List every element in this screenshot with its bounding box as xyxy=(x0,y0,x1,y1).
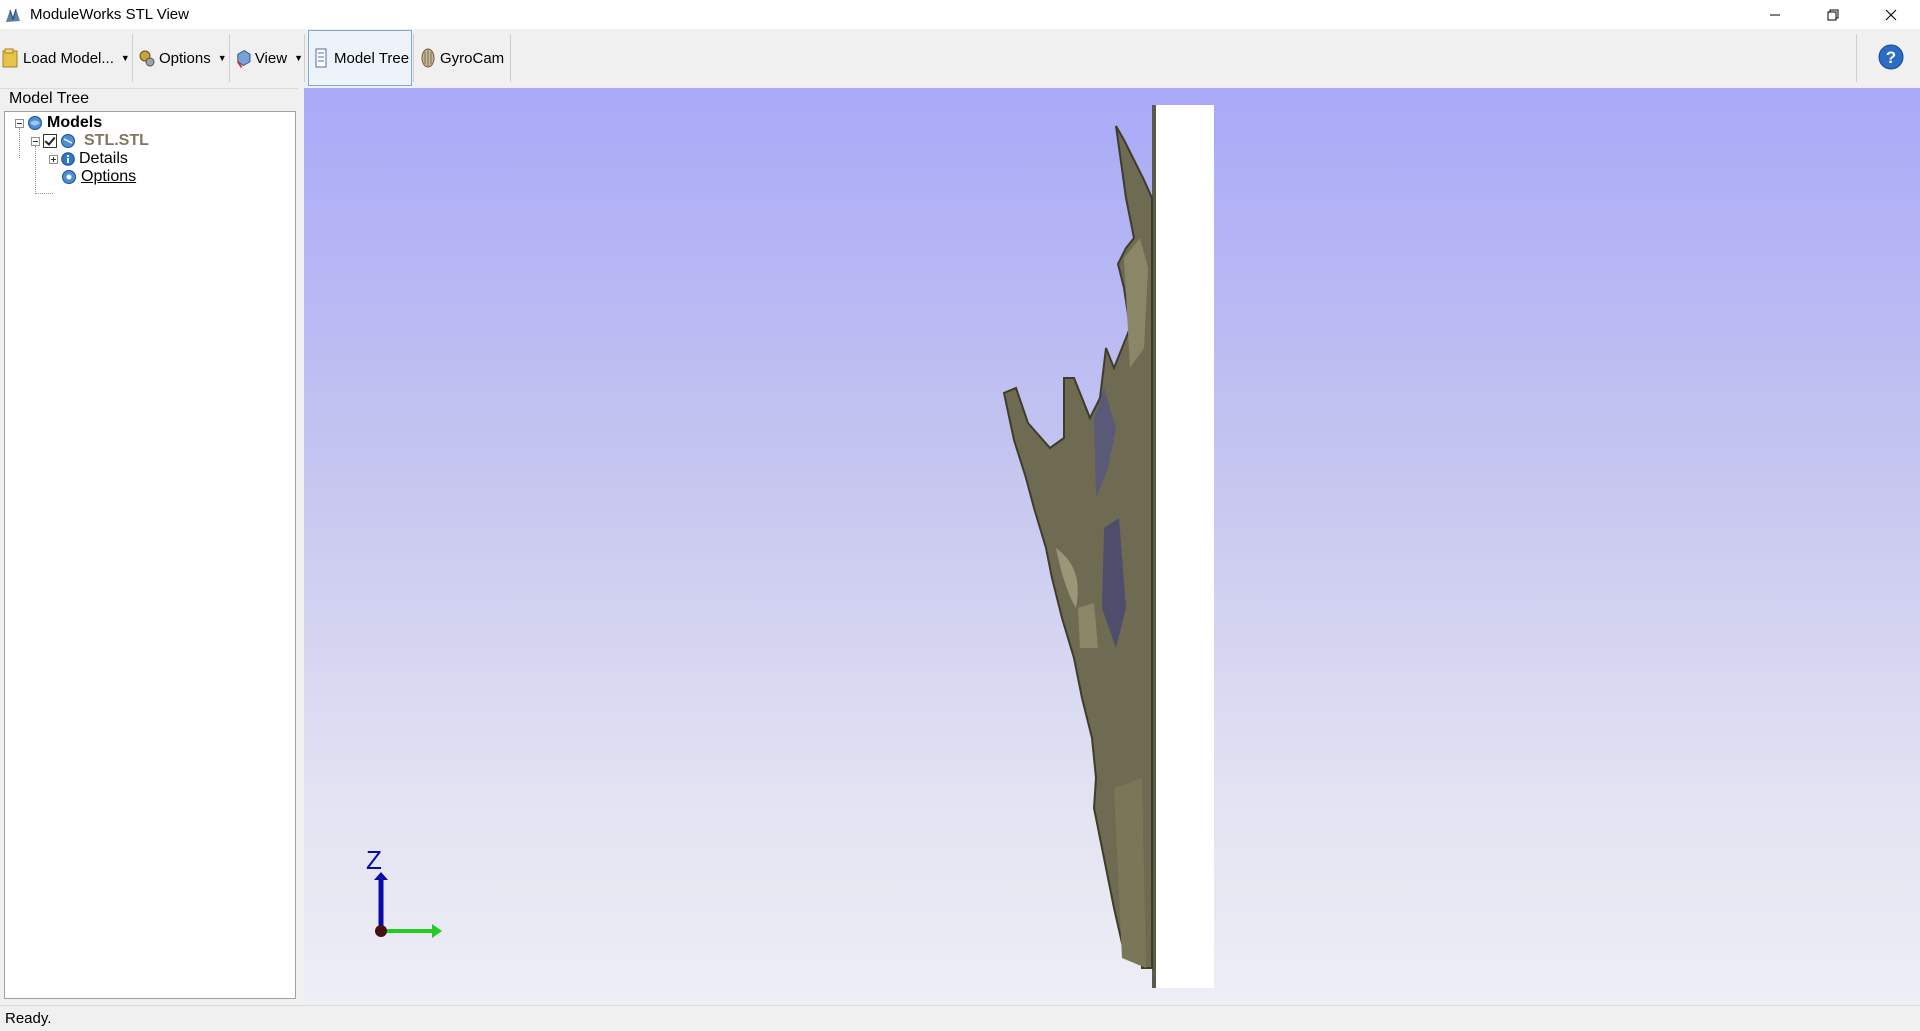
options-button[interactable]: Options ▼ xyxy=(136,30,228,86)
tree-label-details: Details xyxy=(79,150,128,167)
3d-viewport[interactable]: Z xyxy=(304,88,1920,1005)
tree-list-icon xyxy=(315,48,327,68)
toolbar-separator xyxy=(510,34,511,82)
toolbar-separator xyxy=(304,34,305,82)
folder-icon xyxy=(2,48,18,68)
window-title: ModuleWorks STL View xyxy=(30,6,189,23)
model-tree-panel-title: Model Tree xyxy=(9,90,90,107)
model-tree-label: Model Tree xyxy=(334,49,410,67)
info-icon xyxy=(61,152,75,166)
tree-node-details[interactable]: Details xyxy=(49,149,128,169)
tree-label-options[interactable]: Options xyxy=(81,168,136,186)
gyrocam-button[interactable]: GyroCam xyxy=(417,30,509,86)
stock-block xyxy=(1156,105,1214,988)
restore-button[interactable] xyxy=(1804,0,1862,29)
chevron-down-icon[interactable]: ▼ xyxy=(121,53,130,63)
gyrocam-label: GyroCam xyxy=(440,49,505,67)
tree-connector xyxy=(35,193,53,194)
svg-text:?: ? xyxy=(1886,48,1896,67)
load-model-label: Load Model... xyxy=(23,49,114,67)
toolbar-separator xyxy=(1856,34,1857,82)
close-button[interactable] xyxy=(1862,0,1920,29)
gyrocam-icon xyxy=(421,48,435,68)
tree-node-stl[interactable]: STL.STL xyxy=(31,131,149,151)
model-highlight-region xyxy=(1114,778,1146,968)
tree-node-models[interactable]: Models xyxy=(15,113,102,133)
model-visible-checkbox[interactable] xyxy=(43,134,57,148)
view-label: View xyxy=(254,49,288,67)
toolbar-separator xyxy=(229,34,230,82)
view-cube-icon xyxy=(237,49,251,68)
scene-canvas xyxy=(374,105,1214,988)
load-model-button[interactable]: Load Model... ▼ xyxy=(0,30,130,86)
chevron-down-icon[interactable]: ▼ xyxy=(294,53,303,63)
gears-icon xyxy=(139,50,155,67)
status-bar: Ready. xyxy=(0,1005,1920,1030)
tree-node-options[interactable]: Options xyxy=(61,167,136,187)
minimize-icon xyxy=(1770,14,1780,15)
title-bar: ModuleWorks STL View xyxy=(0,0,1920,29)
app-icon xyxy=(6,8,20,22)
minimize-button[interactable] xyxy=(1746,0,1804,29)
expand-icon[interactable] xyxy=(49,154,58,164)
help-icon[interactable]: ? xyxy=(1878,44,1904,70)
model-tree-button[interactable]: Model Tree xyxy=(308,30,412,86)
model-icon xyxy=(61,134,75,148)
chevron-down-icon[interactable]: ▼ xyxy=(218,53,227,63)
view-button[interactable]: View ▼ xyxy=(233,30,303,86)
models-icon xyxy=(28,116,42,130)
toolbar-separator xyxy=(132,34,133,82)
axis-label-z: Z xyxy=(366,845,382,875)
tree-label-models: Models xyxy=(47,114,103,131)
toolbar: Load Model... ▼ Options ▼ View ▼ Model T… xyxy=(0,29,1920,89)
x-axis-arrow xyxy=(432,924,442,938)
model-tree[interactable]: Models STL.STL Details Options xyxy=(4,111,296,999)
options-label: Options xyxy=(159,49,211,67)
status-text: Ready. xyxy=(5,1010,52,1027)
options-gear-icon xyxy=(62,170,76,184)
restore-icon xyxy=(1827,9,1839,20)
tree-label-stl: STL.STL xyxy=(84,132,149,149)
collapse-icon[interactable] xyxy=(31,136,40,146)
tree-connector xyxy=(35,146,36,194)
close-icon xyxy=(1885,9,1897,20)
collapse-icon[interactable] xyxy=(15,118,24,128)
toolbar-separator xyxy=(413,34,414,82)
model-relief xyxy=(1002,125,1153,969)
axis-origin xyxy=(375,925,387,937)
axis-triad xyxy=(374,872,442,938)
